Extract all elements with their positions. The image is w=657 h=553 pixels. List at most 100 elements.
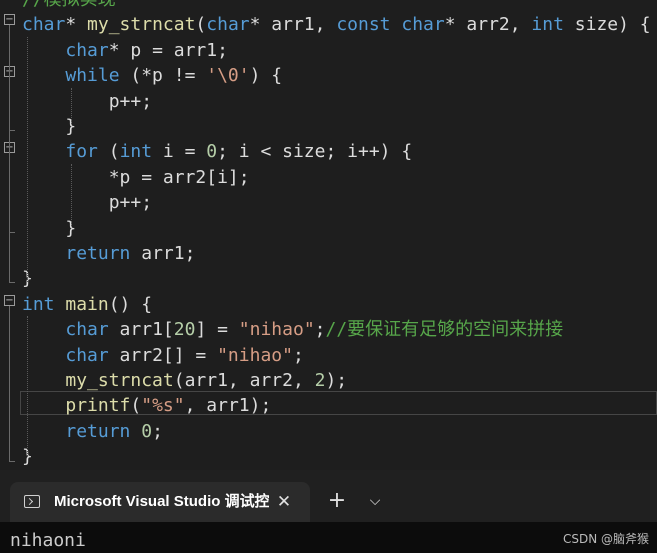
fold-toggle-my-strncat[interactable]: − [4, 14, 15, 25]
watermark: CSDN @脑斧猴 [562, 532, 649, 546]
chevron-down-icon[interactable]: ⌵ [362, 482, 388, 522]
code-token: //模拟实现 [22, 0, 116, 10]
outline-end-main [9, 461, 15, 462]
close-tab-icon[interactable]: ✕ [272, 482, 296, 522]
outline-end-for [9, 232, 15, 233]
code-token: int [531, 14, 564, 36]
code-token: (arr1, arr2, [173, 370, 315, 391]
code-token: ] = [195, 319, 239, 341]
code-token: ; [314, 319, 326, 341]
indent-guide [71, 164, 72, 226]
outline-end-my-strncat [9, 282, 15, 283]
code-token: p++; [22, 90, 153, 112]
code-token: size) { [563, 14, 651, 36]
new-tab-button[interactable]: + [322, 482, 352, 522]
debug-console-window: Microsoft Visual Studio 调试控制台 ✕ + ⌵ niha… [0, 470, 657, 553]
code-token: //要保证有足够的空间来拼接 [325, 319, 564, 341]
code-line: p++; [22, 89, 152, 114]
code-token: char [65, 39, 109, 61]
code-token: ( [97, 141, 120, 163]
code-token: 0 [206, 141, 218, 163]
code-token: ( [130, 395, 142, 417]
terminal-icon [24, 495, 40, 508]
code-token: char [206, 14, 250, 36]
code-token: '\0' [206, 65, 250, 87]
code-token: char [65, 344, 109, 366]
code-token: ; [152, 420, 163, 442]
code-token: printf [65, 395, 131, 417]
code-token: i = [152, 141, 207, 163]
code-line: } [22, 114, 76, 139]
code-token: "%s" [141, 395, 185, 417]
code-token: char [65, 319, 109, 341]
code-token: ; i < size; i++) { [217, 141, 413, 163]
code-editor[interactable]: //模拟实现char* my_strncat(char* arr1, const… [0, 0, 657, 470]
code-token: * p = arr1; [108, 39, 228, 61]
code-line: } [22, 216, 76, 241]
code-token: *p = arr2[i]; [22, 166, 250, 188]
code-token: 0 [141, 420, 153, 442]
code-token: ( [195, 14, 207, 36]
code-line: for (int i = 0; i < size; i++) { [22, 139, 412, 164]
code-token: p++; [22, 192, 153, 214]
code-line: printf("%s", arr1); [22, 393, 271, 418]
indent-guide [27, 316, 28, 456]
indent-guide [27, 37, 28, 282]
terminal-tab-bar: Microsoft Visual Studio 调试控制台 ✕ + ⌵ [0, 470, 657, 522]
code-token: my_strncat [87, 14, 196, 36]
code-token: my_strncat [65, 370, 174, 391]
code-line: char arr2[] = "nihao"; [22, 343, 304, 368]
outline-bar-main [9, 306, 10, 461]
outline-end-while [9, 130, 15, 131]
code-token: "nihao" [238, 319, 315, 341]
terminal-tab[interactable]: Microsoft Visual Studio 调试控制台 ✕ [10, 482, 310, 522]
code-line: int main() { [22, 292, 152, 317]
code-line: char arr1[20] = "nihao";//要保证有足够的空间来拼接 [22, 317, 563, 342]
code-line: char* my_strncat(char* arr1, const char*… [22, 12, 651, 37]
code-token: main [65, 293, 109, 315]
code-line: p++; [22, 190, 152, 215]
code-token: } [22, 217, 77, 239]
code-token: * [65, 14, 88, 36]
code-token: * arr2, [444, 14, 532, 36]
code-token: ) { [249, 65, 283, 87]
code-token: * arr1, [249, 14, 337, 36]
code-line: *p = arr2[i]; [22, 165, 250, 190]
code-token: (*p != [119, 65, 207, 87]
fold-toggle-main[interactable]: − [4, 295, 15, 306]
outline-bar-my-strncat [9, 25, 10, 282]
code-token: ; [292, 344, 304, 366]
code-token: return [65, 243, 131, 264]
code-token: } [22, 116, 77, 137]
code-token: ); [325, 370, 348, 391]
code-token: char [401, 14, 445, 36]
code-token: arr1[ [108, 319, 174, 341]
code-token: int [119, 141, 153, 163]
code-line: while (*p != '\0') { [22, 63, 282, 88]
code-token: , arr1); [184, 395, 272, 417]
code-token: while [65, 65, 120, 87]
code-token: return [65, 420, 131, 442]
code-token: arr2[] = [108, 344, 218, 366]
code-token: "nihao" [217, 344, 293, 366]
code-token: const [336, 14, 391, 36]
code-line: return 0; [22, 419, 163, 444]
console-output: nihaoni [10, 530, 86, 551]
code-line: my_strncat(arr1, arr2, 2); [22, 368, 347, 393]
code-line: //模拟实现 [22, 0, 116, 12]
code-line: char* p = arr1; [22, 38, 228, 63]
code-token: () { [108, 293, 153, 315]
code-token: for [65, 141, 98, 163]
code-token: char [22, 14, 66, 36]
indent-guide [71, 88, 72, 124]
code-token: 20 [173, 319, 196, 341]
terminal-tab-title: Microsoft Visual Studio 调试控制台 [54, 493, 269, 510]
